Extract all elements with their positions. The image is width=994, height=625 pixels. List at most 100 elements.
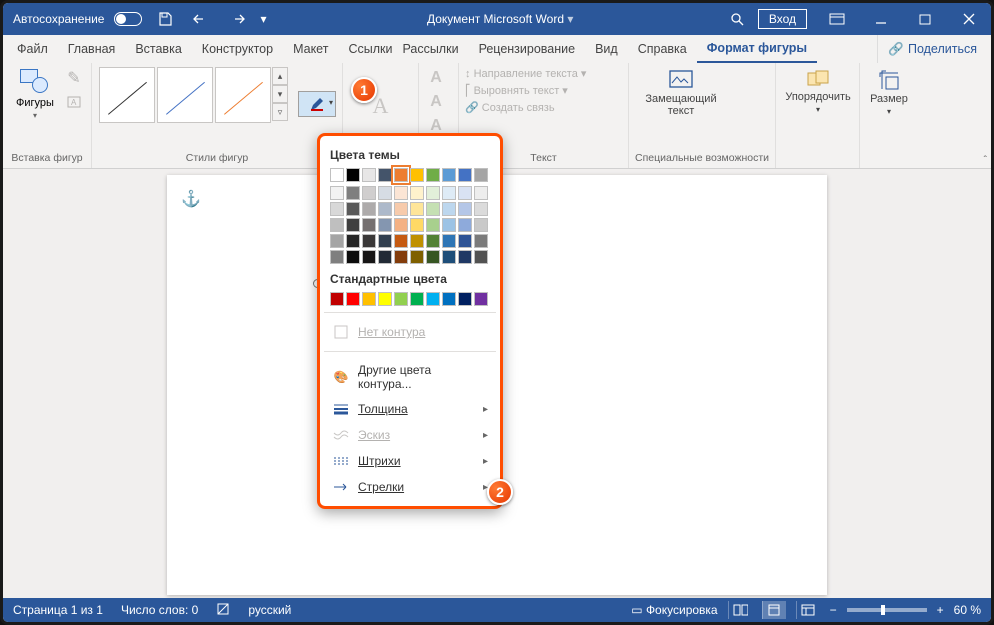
color-swatch[interactable] [410, 234, 424, 248]
focus-mode-button[interactable]: ▭ Фокусировка [631, 603, 717, 617]
more-colors-item[interactable]: 🎨 Другие цвета контура... [330, 358, 490, 396]
color-swatch[interactable] [474, 234, 488, 248]
style-thumb[interactable] [157, 67, 213, 123]
web-layout-icon[interactable] [796, 601, 820, 619]
tab-help[interactable]: Справка [628, 35, 697, 63]
color-swatch[interactable] [458, 168, 472, 182]
color-swatch[interactable] [474, 202, 488, 216]
color-swatch[interactable] [394, 168, 408, 182]
shape-outline-button[interactable]: ▾ [298, 91, 336, 117]
tab-shape-format[interactable]: Формат фигуры [697, 35, 817, 63]
color-swatch[interactable] [330, 202, 344, 216]
color-swatch[interactable] [426, 234, 440, 248]
text-outline-icon[interactable]: A [425, 91, 447, 113]
color-swatch[interactable] [378, 234, 392, 248]
color-swatch[interactable] [474, 186, 488, 200]
alt-text-button[interactable]: Замещающий текст [635, 67, 727, 119]
arrows-item[interactable]: Стрелки▸ [330, 474, 490, 500]
collapse-ribbon-icon[interactable]: ˆ [984, 155, 987, 166]
undo-icon[interactable] [188, 7, 214, 31]
color-swatch[interactable] [346, 168, 360, 182]
close-icon[interactable] [947, 3, 991, 35]
color-swatch[interactable] [346, 218, 360, 232]
color-swatch[interactable] [362, 202, 376, 216]
color-swatch[interactable] [346, 234, 360, 248]
color-swatch[interactable] [458, 234, 472, 248]
color-swatch[interactable] [378, 292, 392, 306]
ribbon-display-icon[interactable] [815, 3, 859, 35]
tab-home[interactable]: Главная [58, 35, 126, 63]
login-button[interactable]: Вход [758, 9, 807, 29]
tab-mailings[interactable]: Рассылки [392, 35, 468, 63]
color-swatch[interactable] [394, 202, 408, 216]
color-swatch[interactable] [346, 292, 360, 306]
create-link-button[interactable]: 🔗 Создать связь [465, 101, 555, 114]
color-swatch[interactable] [410, 168, 424, 182]
color-swatch[interactable] [442, 234, 456, 248]
color-swatch[interactable] [410, 202, 424, 216]
color-swatch[interactable] [362, 168, 376, 182]
color-swatch[interactable] [362, 234, 376, 248]
color-swatch[interactable] [330, 292, 344, 306]
color-swatch[interactable] [346, 250, 360, 264]
share-button[interactable]: 🔗 Поделиться [877, 35, 987, 63]
color-swatch[interactable] [426, 186, 440, 200]
color-swatch[interactable] [394, 186, 408, 200]
color-swatch[interactable] [330, 168, 344, 182]
text-direction-button[interactable]: ↕ Направление текста ▾ [465, 67, 586, 80]
zoom-out-icon[interactable]: − [830, 603, 837, 617]
save-icon[interactable] [152, 7, 178, 31]
color-swatch[interactable] [362, 292, 376, 306]
color-swatch[interactable] [426, 250, 440, 264]
status-language[interactable]: русский [248, 603, 291, 617]
read-mode-icon[interactable] [728, 601, 752, 619]
arrange-button[interactable]: Упорядочить▾ [782, 67, 854, 116]
qat-overflow-icon[interactable]: ▾ [260, 12, 266, 26]
color-swatch[interactable] [378, 218, 392, 232]
search-icon[interactable] [724, 7, 750, 31]
style-thumb[interactable] [99, 67, 155, 123]
color-swatch[interactable] [362, 218, 376, 232]
color-swatch[interactable] [442, 202, 456, 216]
color-swatch[interactable] [442, 186, 456, 200]
color-swatch[interactable] [458, 250, 472, 264]
color-swatch[interactable] [394, 250, 408, 264]
color-swatch[interactable] [410, 218, 424, 232]
color-swatch[interactable] [330, 218, 344, 232]
autosave-toggle[interactable] [114, 12, 142, 26]
tab-design[interactable]: Конструктор [192, 35, 283, 63]
color-swatch[interactable] [426, 168, 440, 182]
color-swatch[interactable] [410, 186, 424, 200]
tab-file[interactable]: Файл [7, 35, 58, 63]
color-swatch[interactable] [378, 250, 392, 264]
color-swatch[interactable] [442, 168, 456, 182]
color-swatch[interactable] [426, 292, 440, 306]
color-swatch[interactable] [394, 218, 408, 232]
redo-icon[interactable] [224, 7, 250, 31]
align-text-button[interactable]: ⎡ Выровнять текст ▾ [465, 84, 568, 97]
color-swatch[interactable] [346, 202, 360, 216]
color-swatch[interactable] [362, 250, 376, 264]
color-swatch[interactable] [458, 202, 472, 216]
color-swatch[interactable] [458, 218, 472, 232]
color-swatch[interactable] [458, 292, 472, 306]
dashes-item[interactable]: Штрихи▸ [330, 448, 490, 474]
color-swatch[interactable] [362, 186, 376, 200]
no-outline-item[interactable]: Нет контура [330, 319, 490, 345]
style-thumb[interactable] [215, 67, 271, 123]
color-swatch[interactable] [394, 234, 408, 248]
color-swatch[interactable] [442, 250, 456, 264]
color-swatch[interactable] [410, 250, 424, 264]
style-gallery[interactable]: ▴▾▿ [98, 67, 288, 123]
color-swatch[interactable] [442, 218, 456, 232]
color-swatch[interactable] [474, 168, 488, 182]
shapes-button[interactable]: Фигуры ▾ [9, 67, 61, 120]
status-proofing-icon[interactable] [216, 602, 230, 619]
color-swatch[interactable] [378, 168, 392, 182]
tab-layout[interactable]: Макет [283, 35, 338, 63]
weight-item[interactable]: Толщина▸ [330, 396, 490, 422]
tab-references[interactable]: Ссылки [338, 35, 392, 63]
color-swatch[interactable] [426, 218, 440, 232]
sketch-item[interactable]: Эскиз▸ [330, 422, 490, 448]
gallery-scroll[interactable]: ▴▾▿ [272, 67, 288, 123]
